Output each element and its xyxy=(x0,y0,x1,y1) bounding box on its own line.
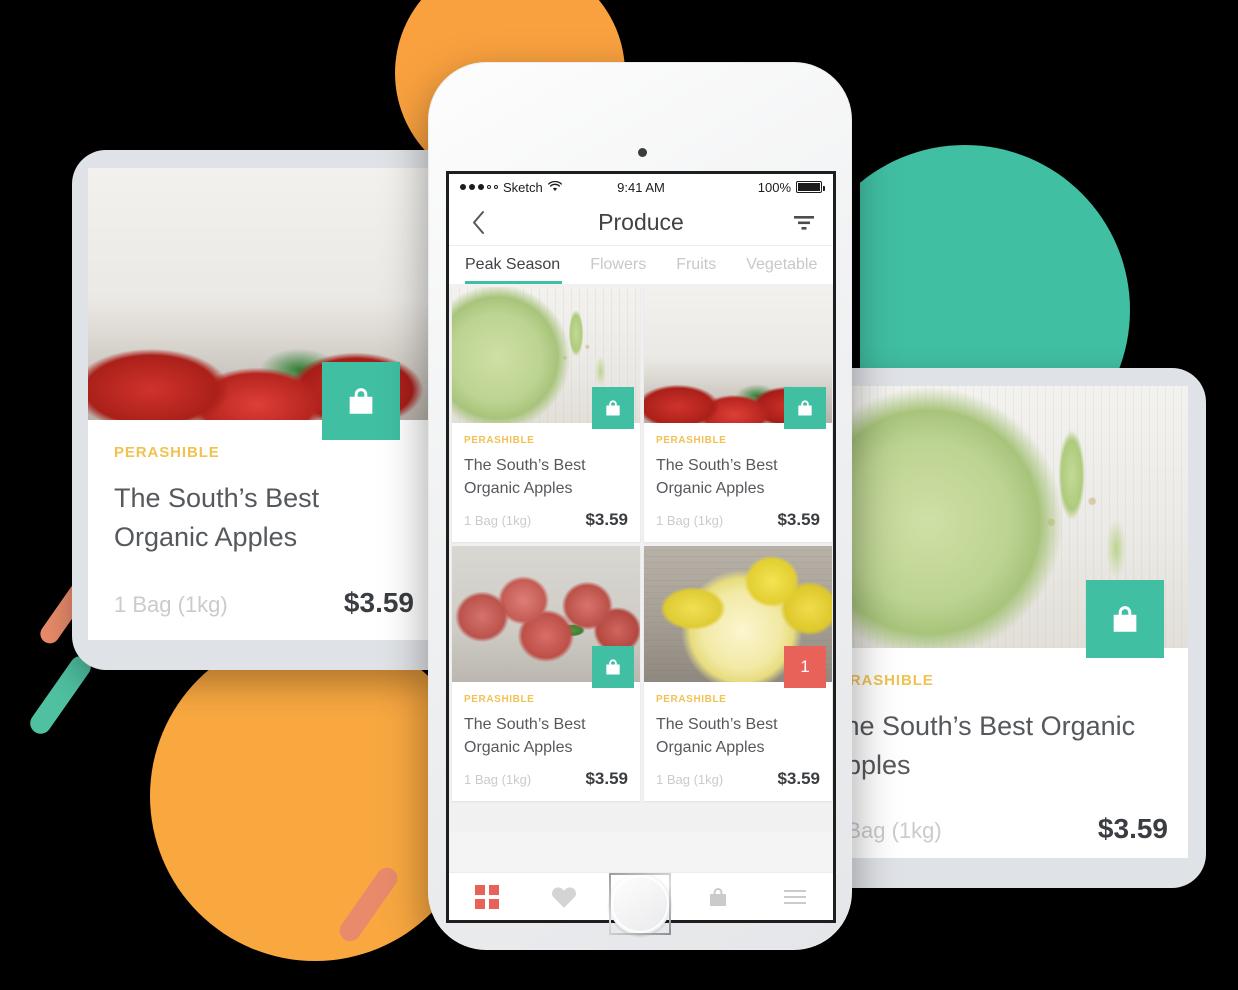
filter-icon xyxy=(794,215,814,230)
product-grid: PERASHIBLE The South’s Best Organic Appl… xyxy=(449,284,833,832)
product-title: The South’s Best Organic Apples xyxy=(846,711,1136,780)
product-info: PERASHIBLE The South’s Best Organic Appl… xyxy=(452,682,640,759)
product-card[interactable]: PERASHIBLE The South’s Best Organic Appl… xyxy=(452,287,640,542)
product-price: $3.59 xyxy=(343,587,414,618)
shopping-bag-icon xyxy=(349,388,373,414)
product-price: $3.59 xyxy=(777,769,820,788)
product-price-row: 1 Bag (1kg) $3.59 xyxy=(452,500,640,542)
product-price: $3.59 xyxy=(1097,813,1168,844)
heart-icon xyxy=(552,886,577,908)
shopping-bag-icon xyxy=(606,659,620,675)
category-tab-bar[interactable]: Peak Season Flowers Fruits Vegetable xyxy=(449,246,833,284)
center-phone-mockup: Sketch 9:41 AM 100% Produce Peak Season … xyxy=(428,62,852,950)
product-card[interactable]: PERASHIBLE The South’s Best Organic Appl… xyxy=(452,546,640,801)
cart-quantity-badge[interactable]: 1 xyxy=(784,646,826,688)
carrier-name: Sketch xyxy=(503,179,543,195)
grid-icon xyxy=(475,884,500,909)
phone-screen: Sketch 9:41 AM 100% Produce Peak Season … xyxy=(446,171,836,923)
tab-flowers[interactable]: Flowers xyxy=(590,246,662,284)
product-info: PERASHIBLE The South’s Best Organic Appl… xyxy=(644,682,832,759)
screenshot-stage: PERASHIBLE The South’s Best Organic Appl… xyxy=(0,0,1238,990)
bottom-tab-favorites[interactable] xyxy=(526,885,603,909)
shopping-bag-icon xyxy=(798,400,812,416)
left-device-mockup: PERASHIBLE The South’s Best Organic Appl… xyxy=(72,150,434,670)
product-tag: PERASHIBLE xyxy=(114,444,220,461)
bottom-tab-bag[interactable] xyxy=(679,885,756,909)
left-price-row: 1 Bag (1kg) $3.59 xyxy=(114,587,414,619)
green-stick-shape xyxy=(26,652,95,738)
product-tag: PERASHIBLE xyxy=(656,435,727,446)
battery-percent: 100% xyxy=(757,179,792,195)
navigation-bar: Produce xyxy=(449,200,833,246)
product-tag: PERASHIBLE xyxy=(464,435,535,446)
add-to-bag-button[interactable] xyxy=(322,362,400,440)
bottom-tab-browse[interactable] xyxy=(449,884,526,909)
status-bar: Sketch 9:41 AM 100% xyxy=(449,174,833,200)
shopping-bag-icon xyxy=(1113,606,1137,632)
right-product-info: PERASHIBLE The South’s Best Organic Appl… xyxy=(846,648,1188,845)
product-price-row: 1 Bag (1kg) $3.59 xyxy=(452,759,640,801)
cart-quantity-value: 1 xyxy=(800,657,810,676)
tab-vegetables[interactable]: Vegetable xyxy=(746,246,833,284)
page-title: Produce xyxy=(598,209,684,235)
back-button[interactable] xyxy=(465,210,491,235)
product-title: The South’s Best Organic Apples xyxy=(656,457,778,497)
tab-label: Peak Season xyxy=(465,256,561,273)
product-unit: 1 Bag (1kg) xyxy=(846,818,942,843)
add-to-bag-button[interactable] xyxy=(1086,580,1164,658)
product-info: PERASHIBLE The South’s Best Organic Appl… xyxy=(452,423,640,500)
tab-label: Vegetable xyxy=(746,256,818,273)
hamburger-menu-icon xyxy=(783,889,806,904)
product-price: $3.59 xyxy=(777,510,820,529)
product-price: $3.59 xyxy=(585,510,628,529)
add-to-bag-button[interactable] xyxy=(592,646,634,688)
product-tag: PERASHIBLE xyxy=(464,694,535,705)
battery-full-icon xyxy=(796,181,826,193)
tab-label: Flowers xyxy=(590,256,647,273)
chevron-left-icon xyxy=(472,211,484,234)
product-card[interactable]: PERASHIBLE The South’s Best Organic Appl… xyxy=(644,287,832,542)
wifi-icon xyxy=(547,180,562,195)
product-unit: 1 Bag (1kg) xyxy=(464,513,532,528)
home-button[interactable] xyxy=(609,873,671,935)
proximity-sensor-icon xyxy=(638,148,647,157)
tab-peak-season[interactable]: Peak Season xyxy=(465,246,576,284)
product-price-row: 1 Bag (1kg) $3.59 xyxy=(644,759,832,801)
status-bar-time: 9:41 AM xyxy=(617,179,665,195)
product-title: The South’s Best Organic Apples xyxy=(464,716,586,756)
product-price: $3.59 xyxy=(585,769,628,788)
product-tag: PERASHIBLE xyxy=(656,694,727,705)
product-unit: 1 Bag (1kg) xyxy=(656,772,724,787)
product-title: The South’s Best Organic Apples xyxy=(656,716,778,756)
bottom-tab-menu[interactable] xyxy=(756,889,833,905)
product-unit: 1 Bag (1kg) xyxy=(656,513,724,528)
product-info: PERASHIBLE The South’s Best Organic Appl… xyxy=(644,423,832,500)
tab-label: Fruits xyxy=(676,256,717,273)
product-unit: 1 Bag (1kg) xyxy=(464,772,532,787)
add-to-bag-button[interactable] xyxy=(592,387,634,429)
shopping-bag-icon xyxy=(709,887,726,906)
shopping-bag-icon xyxy=(606,400,620,416)
product-title: The South’s Best Organic Apples xyxy=(114,483,320,552)
filter-button[interactable] xyxy=(791,214,817,232)
product-title: The South’s Best Organic Apples xyxy=(464,457,586,497)
right-price-row: 1 Bag (1kg) $3.59 xyxy=(846,813,1188,845)
status-bar-left: Sketch xyxy=(460,180,617,195)
add-to-bag-button[interactable] xyxy=(784,387,826,429)
status-bar-right: 100% xyxy=(665,179,826,195)
signal-dots-icon xyxy=(460,184,498,190)
product-card[interactable]: 1 PERASHIBLE The South’s Best Organic Ap… xyxy=(644,546,832,801)
left-product-info: PERASHIBLE The South’s Best Organic Appl… xyxy=(88,420,434,619)
product-unit: 1 Bag (1kg) xyxy=(114,592,228,617)
product-price-row: 1 Bag (1kg) $3.59 xyxy=(644,500,832,542)
right-device-mockup: PERASHIBLE The South’s Best Organic Appl… xyxy=(846,368,1206,888)
tab-fruits[interactable]: Fruits xyxy=(676,246,732,284)
product-tag: PERASHIBLE xyxy=(846,672,934,689)
